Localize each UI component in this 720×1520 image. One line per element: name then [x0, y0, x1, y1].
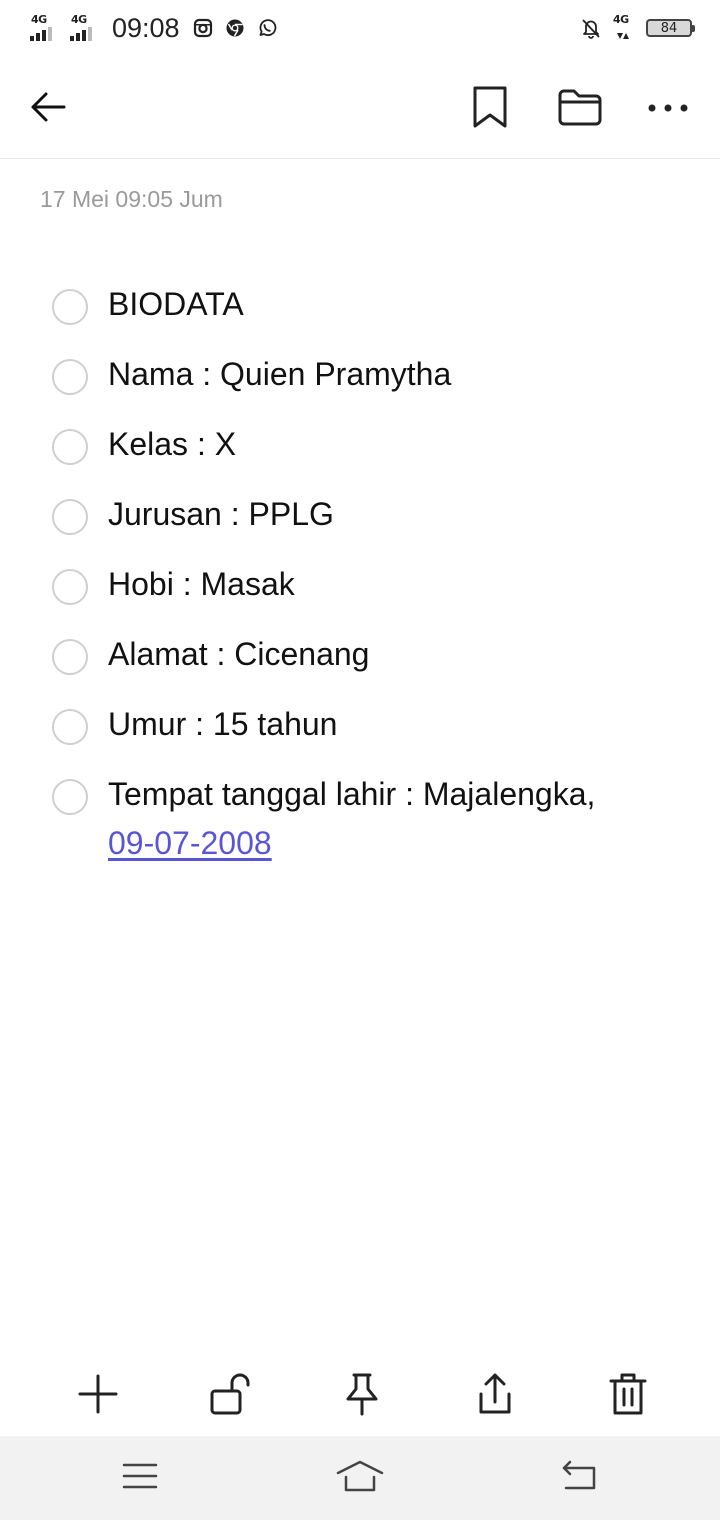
- checklist: BIODATA Nama : Quien Pramytha Kelas : X …: [0, 280, 720, 868]
- add-button[interactable]: [70, 1368, 126, 1424]
- folder-button[interactable]: [555, 84, 605, 134]
- checklist-item-text[interactable]: Umur : 15 tahun: [108, 706, 337, 742]
- checklist-item: Hobi : Masak: [0, 560, 720, 630]
- home-button[interactable]: [330, 1454, 390, 1502]
- trash-icon: [608, 1372, 648, 1421]
- share-icon: [475, 1372, 515, 1421]
- back-icon: [560, 1460, 600, 1497]
- checklist-item: Jurusan : PPLG: [0, 490, 720, 560]
- checklist-item-text[interactable]: Nama : Quien Pramytha: [108, 356, 451, 392]
- note-date: 17 Mei 09:05 Jum: [40, 186, 223, 212]
- checkbox[interactable]: [52, 709, 88, 745]
- checklist-item: Umur : 15 tahun: [0, 700, 720, 770]
- checkbox[interactable]: [52, 429, 88, 465]
- delete-button[interactable]: [600, 1368, 656, 1424]
- instagram-icon: [192, 17, 214, 39]
- checklist-item-text[interactable]: Alamat : Cicenang: [108, 636, 369, 672]
- checklist-item: Nama : Quien Pramytha: [0, 350, 720, 420]
- status-right: 4G 84: [580, 13, 695, 43]
- mobile-data-icon: 4G: [612, 13, 636, 43]
- pin-icon: [342, 1372, 382, 1421]
- checklist-item-text[interactable]: BIODATA: [108, 286, 244, 322]
- checklist-item: Kelas : X: [0, 420, 720, 490]
- checklist-item-text[interactable]: Jurusan : PPLG: [108, 496, 334, 532]
- lock-button[interactable]: [202, 1368, 258, 1424]
- checkbox[interactable]: [52, 639, 88, 675]
- checklist-item: BIODATA: [0, 280, 720, 350]
- battery-icon: 84: [646, 19, 695, 37]
- checklist-item: Tempat tanggal lahir : Majalengka, 09-07…: [0, 770, 720, 868]
- nav-back-button[interactable]: [550, 1454, 610, 1502]
- right-network-label: 4G: [613, 13, 629, 26]
- checkbox[interactable]: [52, 779, 88, 815]
- pin-button[interactable]: [334, 1368, 390, 1424]
- back-button[interactable]: [23, 84, 73, 134]
- recent-apps-button[interactable]: [110, 1454, 170, 1502]
- folder-icon: [557, 87, 603, 132]
- more-horizontal-icon: [648, 100, 688, 118]
- unlock-icon: [208, 1372, 252, 1421]
- status-left: 4G 4G 09:08: [30, 13, 278, 44]
- home-icon: [336, 1459, 384, 1498]
- bottom-toolbar: [0, 1356, 720, 1436]
- checkbox[interactable]: [52, 569, 88, 605]
- checkbox[interactable]: [52, 359, 88, 395]
- bookmark-icon: [470, 85, 510, 134]
- checklist-item-text[interactable]: Tempat tanggal lahir : Majalengka,: [108, 776, 595, 812]
- sim1-signal-icon: 4G: [30, 13, 60, 43]
- checklist-item: Alamat : Cicenang: [0, 630, 720, 700]
- checklist-item-text[interactable]: Hobi : Masak: [108, 566, 295, 602]
- more-options-button[interactable]: [643, 84, 693, 134]
- checkbox[interactable]: [52, 289, 88, 325]
- notifications-off-icon: [580, 17, 602, 39]
- checkbox[interactable]: [52, 499, 88, 535]
- chrome-icon: [224, 17, 246, 39]
- share-button[interactable]: [467, 1368, 523, 1424]
- checklist-item-content: Tempat tanggal lahir : Majalengka, 09-07…: [108, 770, 680, 868]
- status-bar: 4G 4G 09:08 4G 84: [0, 0, 720, 56]
- battery-level: 84: [660, 20, 678, 36]
- back-arrow-icon: [28, 87, 68, 132]
- system-nav-bar: [0, 1436, 720, 1520]
- checklist-item-text[interactable]: Kelas : X: [108, 426, 236, 462]
- sim1-network-label: 4G: [31, 13, 47, 26]
- sim2-network-label: 4G: [71, 13, 87, 26]
- menu-icon: [122, 1462, 158, 1495]
- whatsapp-icon: [256, 17, 278, 39]
- date-link[interactable]: 09-07-2008: [108, 825, 272, 861]
- bookmark-button[interactable]: [465, 84, 515, 134]
- top-app-bar: [0, 60, 720, 159]
- status-time: 09:08: [112, 12, 180, 43]
- sim2-signal-icon: 4G: [70, 13, 100, 43]
- plus-icon: [78, 1374, 118, 1419]
